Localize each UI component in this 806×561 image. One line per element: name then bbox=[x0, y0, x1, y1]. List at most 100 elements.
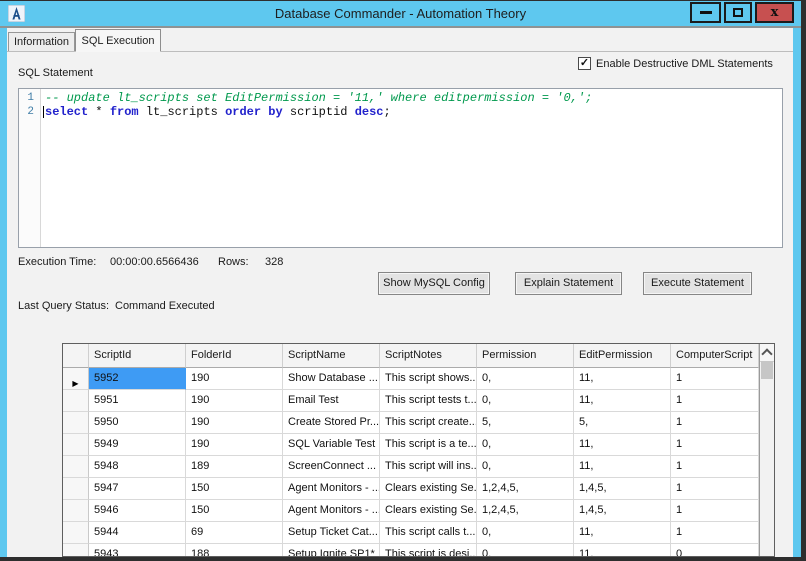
grid-cell[interactable]: 11, bbox=[574, 544, 671, 557]
scrollbar-thumb[interactable] bbox=[761, 361, 773, 379]
sql-editor[interactable]: 12 -- update lt_scripts set EditPermissi… bbox=[18, 88, 783, 248]
grid-cell[interactable]: 1 bbox=[671, 522, 759, 544]
grid-cell[interactable]: 5947 bbox=[89, 478, 186, 500]
show-mysql-config-button[interactable]: Show MySQL Config bbox=[378, 272, 490, 295]
grid-cell[interactable]: ScreenConnect ... bbox=[283, 456, 380, 478]
minimize-button[interactable] bbox=[690, 2, 721, 23]
destructive-dml-checkbox[interactable]: ✓ bbox=[578, 57, 591, 70]
destructive-dml-label: Enable Destructive DML Statements bbox=[596, 58, 773, 70]
grid-cell[interactable]: Agent Monitors - ... bbox=[283, 478, 380, 500]
grid-cell[interactable]: 0, bbox=[477, 544, 574, 557]
grid-cell[interactable]: 1,4,5, bbox=[574, 500, 671, 522]
grid-cell[interactable]: Create Stored Pr... bbox=[283, 412, 380, 434]
grid-cell[interactable]: 5943 bbox=[89, 544, 186, 557]
grid-cell[interactable]: 11, bbox=[574, 390, 671, 412]
column-header-computerscript[interactable]: ComputerScript bbox=[671, 344, 759, 368]
grid-cell[interactable]: 5951 bbox=[89, 390, 186, 412]
grid-cell[interactable]: Clears existing Se... bbox=[380, 478, 477, 500]
grid-cell[interactable]: 0, bbox=[477, 390, 574, 412]
grid-cell[interactable]: Setup Ignite SP1* bbox=[283, 544, 380, 557]
grid-cell[interactable]: Email Test bbox=[283, 390, 380, 412]
column-header-folderid[interactable]: FolderId bbox=[186, 344, 283, 368]
grid-cell[interactable]: Agent Monitors - ... bbox=[283, 500, 380, 522]
grid-cell[interactable]: 190 bbox=[186, 434, 283, 456]
grid-cell[interactable]: 0, bbox=[477, 368, 574, 390]
grid-cell[interactable]: 5944 bbox=[89, 522, 186, 544]
execute-statement-button[interactable]: Execute Statement bbox=[643, 272, 752, 295]
grid-cell[interactable]: 5, bbox=[574, 412, 671, 434]
grid-cell[interactable]: 0, bbox=[477, 522, 574, 544]
grid-cell[interactable]: 150 bbox=[186, 478, 283, 500]
close-button[interactable]: x bbox=[755, 2, 794, 23]
grid-cell[interactable]: Show Database ... bbox=[283, 368, 380, 390]
column-header-permission[interactable]: Permission bbox=[477, 344, 574, 368]
grid-cell[interactable]: 11, bbox=[574, 522, 671, 544]
code-segment-plain: lt_scripts bbox=[139, 105, 225, 119]
grid-cell[interactable]: 0, bbox=[477, 456, 574, 478]
grid-cell[interactable]: 1 bbox=[671, 434, 759, 456]
grid-cell[interactable]: 1 bbox=[671, 412, 759, 434]
grid-cell[interactable]: This script is a te... bbox=[380, 434, 477, 456]
grid-cell[interactable]: 190 bbox=[186, 368, 283, 390]
grid-cell[interactable]: 1,2,4,5, bbox=[477, 500, 574, 522]
grid-cell[interactable]: This script create... bbox=[380, 412, 477, 434]
grid-cell[interactable]: Setup Ticket Cat... bbox=[283, 522, 380, 544]
grid-cell[interactable]: Clears existing Se... bbox=[380, 500, 477, 522]
grid-cell[interactable]: 11, bbox=[574, 456, 671, 478]
grid-cell[interactable]: This script shows... bbox=[380, 368, 477, 390]
grid-cell[interactable]: 190 bbox=[186, 412, 283, 434]
grid-cell[interactable]: 190 bbox=[186, 390, 283, 412]
column-header-scriptid[interactable]: ScriptId bbox=[89, 344, 186, 368]
close-icon: x bbox=[771, 6, 779, 19]
row-selector-cell[interactable] bbox=[63, 390, 89, 412]
grid-cell[interactable]: SQL Variable Test bbox=[283, 434, 380, 456]
grid-cell[interactable]: This script tests t... bbox=[380, 390, 477, 412]
grid-cell[interactable]: 5952 bbox=[89, 368, 186, 390]
column-header-scriptname[interactable]: ScriptName bbox=[283, 344, 380, 368]
grid-cell[interactable]: 1,2,4,5, bbox=[477, 478, 574, 500]
row-selector-cell[interactable] bbox=[63, 434, 89, 456]
grid-cell[interactable]: 1 bbox=[671, 390, 759, 412]
column-header-editpermission[interactable]: EditPermission bbox=[574, 344, 671, 368]
row-selector-cell[interactable] bbox=[63, 412, 89, 434]
row-selector-cell[interactable] bbox=[63, 478, 89, 500]
grid-cell[interactable]: This script will ins... bbox=[380, 456, 477, 478]
grid-inner: ScriptIdFolderIdScriptNameScriptNotesPer… bbox=[63, 344, 759, 556]
grid-cell[interactable]: 5949 bbox=[89, 434, 186, 456]
maximize-button[interactable] bbox=[724, 2, 752, 23]
explain-statement-button[interactable]: Explain Statement bbox=[515, 272, 622, 295]
tab-sql-execution[interactable]: SQL Execution bbox=[75, 29, 161, 52]
grid-cell[interactable]: 5, bbox=[477, 412, 574, 434]
grid-cell[interactable]: 5950 bbox=[89, 412, 186, 434]
row-selector-cell[interactable] bbox=[63, 456, 89, 478]
row-selector-cell[interactable]: ▶ bbox=[63, 368, 89, 390]
tab-information[interactable]: Information bbox=[8, 32, 75, 52]
row-selector-cell[interactable] bbox=[63, 500, 89, 522]
row-selector-cell[interactable] bbox=[63, 544, 89, 557]
grid-cell[interactable]: This script calls t... bbox=[380, 522, 477, 544]
grid-cell[interactable]: 188 bbox=[186, 544, 283, 557]
grid-cell[interactable]: 5948 bbox=[89, 456, 186, 478]
column-header-scriptnotes[interactable]: ScriptNotes bbox=[380, 344, 477, 368]
grid-cell[interactable]: 1 bbox=[671, 456, 759, 478]
grid-cell[interactable]: 189 bbox=[186, 456, 283, 478]
grid-cell[interactable]: 5946 bbox=[89, 500, 186, 522]
scrollbar-up-button[interactable] bbox=[760, 344, 774, 362]
client-area: Information SQL Execution SQL Statement … bbox=[7, 28, 793, 557]
grid-cell[interactable]: 150 bbox=[186, 500, 283, 522]
grid-cell[interactable]: 1 bbox=[671, 478, 759, 500]
grid-cell[interactable]: 11, bbox=[574, 368, 671, 390]
grid-cell[interactable]: 0, bbox=[477, 434, 574, 456]
grid-cell[interactable]: 1 bbox=[671, 368, 759, 390]
text-caret bbox=[43, 106, 44, 118]
grid-cell[interactable]: 1 bbox=[671, 500, 759, 522]
row-selector-header[interactable] bbox=[63, 344, 89, 368]
grid-vertical-scrollbar[interactable] bbox=[759, 344, 774, 556]
grid-cell[interactable]: 11, bbox=[574, 434, 671, 456]
execution-time-label: Execution Time: bbox=[18, 256, 96, 268]
grid-cell[interactable]: This script is desi... bbox=[380, 544, 477, 557]
grid-cell[interactable]: 1,4,5, bbox=[574, 478, 671, 500]
grid-cell[interactable]: 0 bbox=[671, 544, 759, 557]
row-selector-cell[interactable] bbox=[63, 522, 89, 544]
grid-cell[interactable]: 69 bbox=[186, 522, 283, 544]
